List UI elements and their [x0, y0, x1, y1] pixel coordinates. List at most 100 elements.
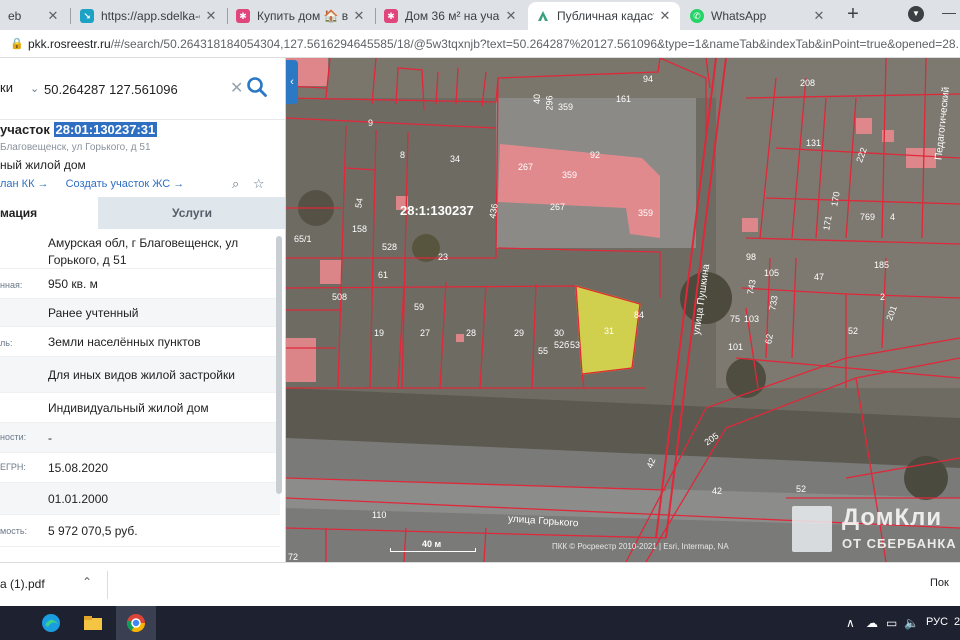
map-label: 94 [643, 74, 654, 84]
file-explorer-icon[interactable] [82, 612, 104, 634]
close-icon[interactable]: ✕ [504, 8, 518, 24]
language-indicator[interactable]: РУС [926, 616, 948, 628]
volume-icon[interactable]: 🔈 [904, 616, 919, 630]
download-filename[interactable]: а (1).pdf [0, 577, 45, 591]
row-value: Ранее учтенный [48, 306, 139, 320]
tab-title: https://app.sdelka-crm [101, 9, 200, 23]
map-label: 42 [712, 486, 723, 496]
map-label: 359 [638, 208, 654, 218]
scale-label: 40 м [422, 539, 442, 549]
chevron-down-icon[interactable]: ⌄ [30, 82, 39, 95]
row-value: 950 кв. м [48, 277, 98, 291]
tab-5[interactable]: ✆ WhatsApp ✕ [682, 2, 834, 30]
map-attribution: ПКК © Росреестр 2010-2021 | Esri, Interm… [552, 542, 729, 551]
clear-icon[interactable]: ✕ [230, 78, 243, 98]
row-key: ЕГРН: [0, 462, 26, 472]
map-label: 84 [634, 310, 645, 320]
zoom-to-icon[interactable]: ⌕ [232, 176, 239, 191]
map-label: 34 [450, 154, 461, 164]
map-label: 62 [763, 333, 775, 345]
map-label: 72 [288, 552, 299, 562]
lock-icon[interactable]: 🔒 [10, 37, 24, 50]
close-icon[interactable]: ✕ [204, 8, 218, 24]
row-value: Для иных видов жилой застройки [48, 368, 235, 382]
map-label: 52б [554, 340, 570, 350]
tab-title: eb [8, 9, 22, 23]
close-icon[interactable]: ✕ [658, 8, 672, 24]
cian-icon: ✱ [236, 9, 250, 23]
map-canvas[interactable] [286, 58, 960, 562]
download-bar: а (1).pdf ⌃ Пок [0, 562, 960, 606]
map-label: 359 [562, 170, 578, 180]
create-parcel-link[interactable]: Создать участок ЖС → [66, 178, 185, 190]
map-label: 65/1 [294, 234, 312, 244]
address-bar[interactable]: 🔒 pkk.rosreestr.ru/#/search/50.264318184… [0, 30, 960, 58]
map-label: 101 [728, 342, 744, 352]
map-label: 9 [368, 118, 374, 128]
close-icon[interactable]: ✕ [352, 8, 366, 24]
watermark-title: ДомКли [842, 504, 943, 531]
new-tab-button[interactable]: + [842, 4, 864, 26]
download-item[interactable]: а (1).pdf ⌃ [0, 571, 108, 599]
map-label: 208 [800, 78, 816, 88]
cadastral-number[interactable]: 28:01:130237:31 [53, 122, 158, 137]
tab-0[interactable]: eb ✕ [0, 2, 68, 30]
url-text[interactable]: pkk.rosreestr.ru/#/search/50.26431818405… [28, 37, 958, 51]
row-value: - [48, 431, 52, 445]
close-icon[interactable]: ✕ [812, 8, 826, 24]
tab-2[interactable]: ✱ Купить дом 🏠 в Благ ✕ [228, 2, 374, 30]
table-row: Амурская обл, г Благовещенск, ул Горьког… [0, 229, 280, 269]
map-label: 31 [604, 326, 615, 336]
tab-services[interactable]: Услуги [98, 197, 285, 229]
tab-4-active[interactable]: Публичная кадастро ✕ [528, 2, 680, 30]
star-icon[interactable]: ☆ [253, 176, 265, 191]
table-row: ль: Земли населённых пунктов [0, 327, 280, 357]
tab-search-icon[interactable]: ▼ [908, 6, 924, 22]
map-label: 40 [532, 93, 543, 105]
watermark-subtitle: ОТ СБЕРБАНКА [842, 536, 957, 551]
plan-link[interactable]: лан КК → [0, 178, 49, 190]
table-row: ЕГРН: 15.08.2020 [0, 453, 280, 483]
domclick-logo-icon [792, 506, 832, 552]
minimize-icon[interactable]: — [942, 4, 956, 20]
map-label: 23 [438, 252, 449, 262]
edge-icon[interactable] [40, 612, 62, 634]
parcel-number-label: 28:1:130237 [400, 203, 474, 218]
tab-3[interactable]: ✱ Дом 36 м² на участке ✕ [376, 2, 526, 30]
network-icon[interactable]: ▭ [886, 616, 897, 630]
object-links: лан КК → Создать участок ЖС → [0, 178, 198, 190]
tray-overflow-icon[interactable]: ∧ [846, 616, 855, 630]
search-type-label[interactable]: ки [0, 80, 13, 95]
cadastral-map[interactable]: 94 40 296 359 161 208 9 8 34 92 267 359 … [286, 58, 960, 562]
cian-icon: ✱ [384, 9, 398, 23]
show-all-button[interactable]: Пок [930, 577, 949, 589]
map-label: 75 [730, 314, 741, 324]
collapse-panel-button[interactable]: ‹ [286, 60, 298, 104]
clock[interactable]: 2 [954, 616, 960, 628]
chrome-icon[interactable] [125, 612, 147, 634]
row-value: 5 972 070,5 руб. [48, 524, 138, 538]
map-label: 158 [352, 224, 368, 234]
search-input[interactable] [44, 74, 234, 104]
map-label: 8 [400, 150, 406, 160]
row-value: 15.08.2020 [48, 461, 109, 475]
panel-scrollbar[interactable] [276, 236, 282, 494]
chevron-up-icon[interactable]: ⌃ [82, 575, 92, 589]
attributes-table: Амурская обл, г Благовещенск, ул Горьког… [0, 229, 280, 547]
search-icon[interactable] [246, 76, 268, 98]
map-label: 98 [746, 252, 757, 262]
table-row: мость: 5 972 070,5 руб. [0, 515, 280, 547]
windows-taskbar: ∧ ☁ ▭ 🔈 РУС 2 [0, 606, 960, 640]
url-host: pkk.rosreestr.ru [28, 37, 111, 51]
map-label: 19 [374, 328, 385, 338]
object-actions: ⌕ ☆ [232, 176, 275, 192]
close-icon[interactable]: ✕ [46, 8, 60, 24]
tab-1[interactable]: ↘ https://app.sdelka-crm ✕ [72, 2, 226, 30]
whatsapp-icon: ✆ [690, 9, 704, 23]
map-label: 29 [514, 328, 525, 338]
cloud-icon[interactable]: ☁ [866, 616, 878, 630]
map-label: 30 [554, 328, 565, 338]
row-key: ль: [0, 338, 13, 348]
row-value: Амурская обл, г Благовещенск, ул Горьког… [48, 236, 239, 267]
tab-information[interactable]: мация [0, 197, 98, 229]
